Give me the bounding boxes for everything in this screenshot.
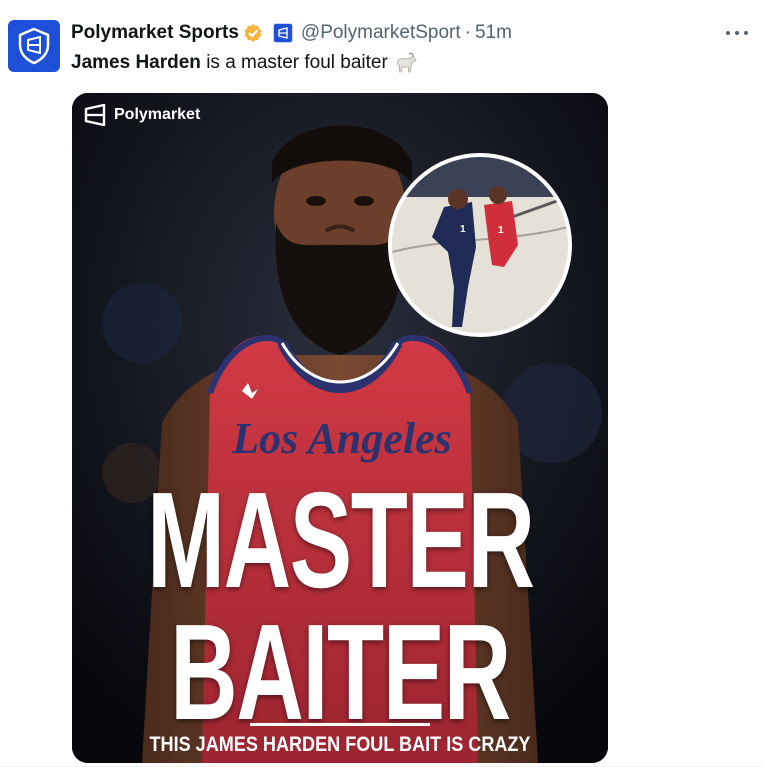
svg-text:1: 1 — [498, 225, 504, 236]
author-handle[interactable]: @PolymarketSport — [301, 22, 461, 44]
avatar[interactable] — [8, 20, 60, 72]
more-options-icon[interactable] — [726, 22, 748, 44]
tweet-header: Polymarket Sports @PolymarketSport · 51m — [71, 20, 512, 46]
tweet-card[interactable]: Polymarket Sports @PolymarketSport · 51m… — [0, 0, 762, 767]
brand-label: Polymarket — [114, 106, 201, 123]
polymarket-logo-icon — [84, 104, 106, 126]
polymarket-shield-icon — [18, 27, 50, 65]
display-name[interactable]: Polymarket Sports — [71, 22, 239, 44]
affiliate-badge-icon[interactable] — [272, 23, 293, 43]
foul-inset-photo: 1 1 — [388, 153, 572, 337]
headline-divider — [250, 723, 430, 726]
polymarket-brand-logo: Polymarket — [84, 104, 200, 126]
media-caption: THIS JAMES HARDEN FOUL BAIT IS CRAZY — [149, 733, 531, 756]
tweet-media-image[interactable]: Los Angeles Polymarket 1 1 MASTER BAITER… — [72, 93, 608, 763]
goat-icon — [394, 52, 418, 74]
headline-line-2: BAITER — [170, 595, 511, 749]
verified-badge-icon — [243, 23, 263, 43]
tweet-body: is a master foul baiter — [206, 52, 388, 73]
tweet-text: James Harden is a master foul baiter — [71, 52, 418, 74]
tweet-mention: James Harden — [71, 52, 201, 73]
timestamp[interactable]: 51m — [475, 22, 512, 44]
jersey-text: Los Angeles — [231, 414, 452, 463]
svg-text:1: 1 — [460, 224, 466, 235]
separator-dot: · — [464, 22, 471, 43]
